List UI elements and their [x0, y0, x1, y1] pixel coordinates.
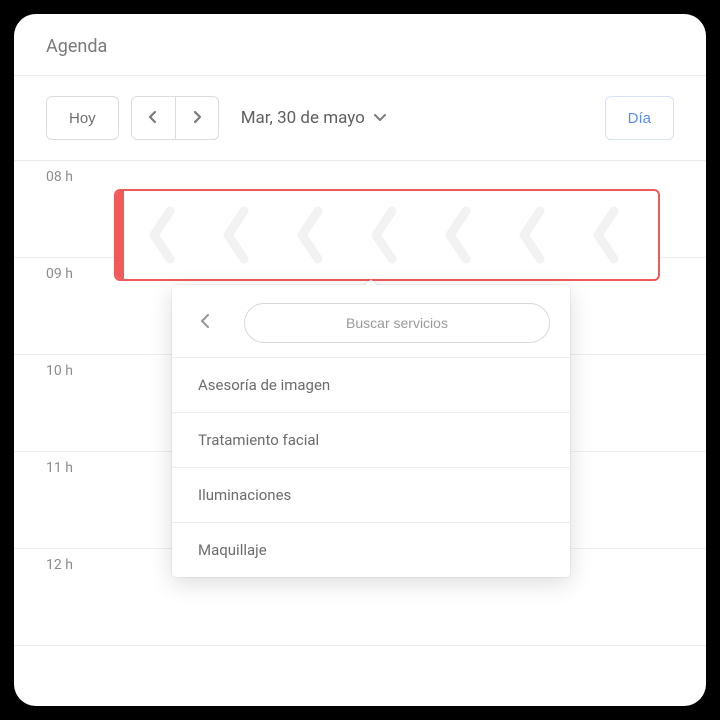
- page-title: Agenda: [46, 36, 674, 57]
- date-nav-group: [131, 96, 219, 140]
- time-label: 12 h: [46, 557, 73, 573]
- current-date-label: Mar, 30 de mayo: [241, 108, 365, 128]
- chevron-left-icon: [198, 313, 212, 333]
- service-list-item[interactable]: Asesoría de imagen: [172, 357, 570, 412]
- time-grid: 08 h 09 h 10 h 11 h 12 h: [14, 161, 706, 646]
- service-item-label: Asesoría de imagen: [198, 376, 330, 394]
- next-day-button[interactable]: [175, 96, 219, 140]
- today-button[interactable]: Hoy: [46, 96, 119, 140]
- toolbar: Hoy Mar, 30 de mayo Día: [14, 76, 706, 161]
- service-search-input[interactable]: [244, 303, 550, 343]
- page-header: Agenda: [14, 14, 706, 76]
- time-label: 09 h: [46, 266, 73, 282]
- date-picker[interactable]: Mar, 30 de mayo: [241, 108, 387, 128]
- view-mode-button[interactable]: Día: [605, 96, 674, 140]
- popover-back-button[interactable]: [192, 310, 218, 336]
- service-item-label: Iluminaciones: [198, 486, 291, 504]
- event-accent-bar: [116, 191, 124, 279]
- popover-header: [172, 285, 570, 357]
- service-item-label: Maquillaje: [198, 541, 267, 559]
- app-card: Agenda Hoy Mar, 30 de mayo: [14, 14, 706, 706]
- service-picker-popover: Asesoría de imagen Tratamiento facial Il…: [172, 285, 570, 577]
- service-list-item[interactable]: Tratamiento facial: [172, 412, 570, 467]
- chevron-right-icon: [190, 109, 204, 128]
- service-list-item[interactable]: Iluminaciones: [172, 467, 570, 522]
- event-stripe-decoration: [124, 191, 658, 279]
- time-label: 11 h: [46, 460, 73, 476]
- today-label: Hoy: [69, 110, 96, 127]
- service-item-label: Tratamiento facial: [198, 431, 319, 449]
- prev-day-button[interactable]: [131, 96, 175, 140]
- chevron-left-icon: [146, 109, 160, 128]
- popover-arrow: [363, 277, 379, 285]
- time-label: 08 h: [46, 169, 73, 185]
- chevron-down-icon: [373, 108, 387, 128]
- time-label: 10 h: [46, 363, 73, 379]
- calendar-event-block[interactable]: [114, 189, 660, 281]
- view-mode-label: Día: [628, 110, 651, 127]
- service-list-item[interactable]: Maquillaje: [172, 522, 570, 577]
